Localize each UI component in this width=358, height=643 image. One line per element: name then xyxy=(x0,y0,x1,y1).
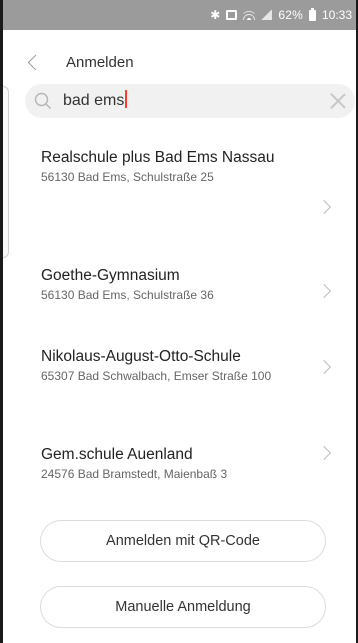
wifi-icon xyxy=(243,10,256,20)
search-input-value: bad ems xyxy=(63,92,125,109)
school-address: 24576 Bad Bramstedt, Maienbaß 3 xyxy=(41,467,228,481)
text-caret xyxy=(125,90,128,108)
school-address: 65307 Bad Schwalbach, Emser Straße 100 xyxy=(41,369,272,383)
manual-login-button[interactable]: Manuelle Anmeldung xyxy=(40,586,326,628)
search-icon xyxy=(34,92,51,109)
school-name: Realschule plus Bad Ems Nassau xyxy=(41,149,275,166)
page-title: Anmelden xyxy=(66,53,134,71)
battery-percent: 62% xyxy=(278,8,303,22)
list-item[interactable]: Nikolaus-August-Otto-Schule 65307 Bad Sc… xyxy=(41,347,321,384)
list-item[interactable]: Gem.schule Auenland 24576 Bad Bramstedt,… xyxy=(41,445,321,482)
status-time: 10:33 xyxy=(321,8,352,22)
chevron-right-icon xyxy=(316,199,332,215)
image-icon xyxy=(226,10,238,20)
clear-search-button[interactable] xyxy=(329,92,347,110)
search-input[interactable]: bad ems xyxy=(63,84,128,118)
chevron-left-icon xyxy=(27,54,44,70)
school-name: Gem.schule Auenland xyxy=(41,446,193,463)
search-bar: bad ems xyxy=(25,84,355,118)
school-address: 56130 Bad Ems, Schulstraße 25 xyxy=(41,170,214,184)
signal-icon xyxy=(261,10,273,20)
list-item[interactable]: Realschule plus Bad Ems Nassau 56130 Bad… xyxy=(41,148,321,185)
header: Anmelden xyxy=(22,44,134,80)
school-name: Nikolaus-August-Otto-Schule xyxy=(41,348,241,365)
phone-screen: ✱ 62% 10:33 Anmelden bad ems Realschule … xyxy=(0,0,358,643)
qr-login-button[interactable]: Anmelden mit QR-Code xyxy=(40,520,326,562)
school-name: Goethe-Gymnasium xyxy=(41,267,180,284)
school-address: 56130 Bad Ems, Schulstraße 36 xyxy=(41,288,214,302)
back-button[interactable] xyxy=(22,44,48,80)
battery-icon xyxy=(308,7,316,21)
bluetooth-icon: ✱ xyxy=(210,8,221,22)
list-item[interactable]: Goethe-Gymnasium 56130 Bad Ems, Schulstr… xyxy=(41,266,321,303)
status-bar: ✱ 62% 10:33 xyxy=(3,0,356,30)
edge-panel-handle[interactable] xyxy=(3,86,9,258)
